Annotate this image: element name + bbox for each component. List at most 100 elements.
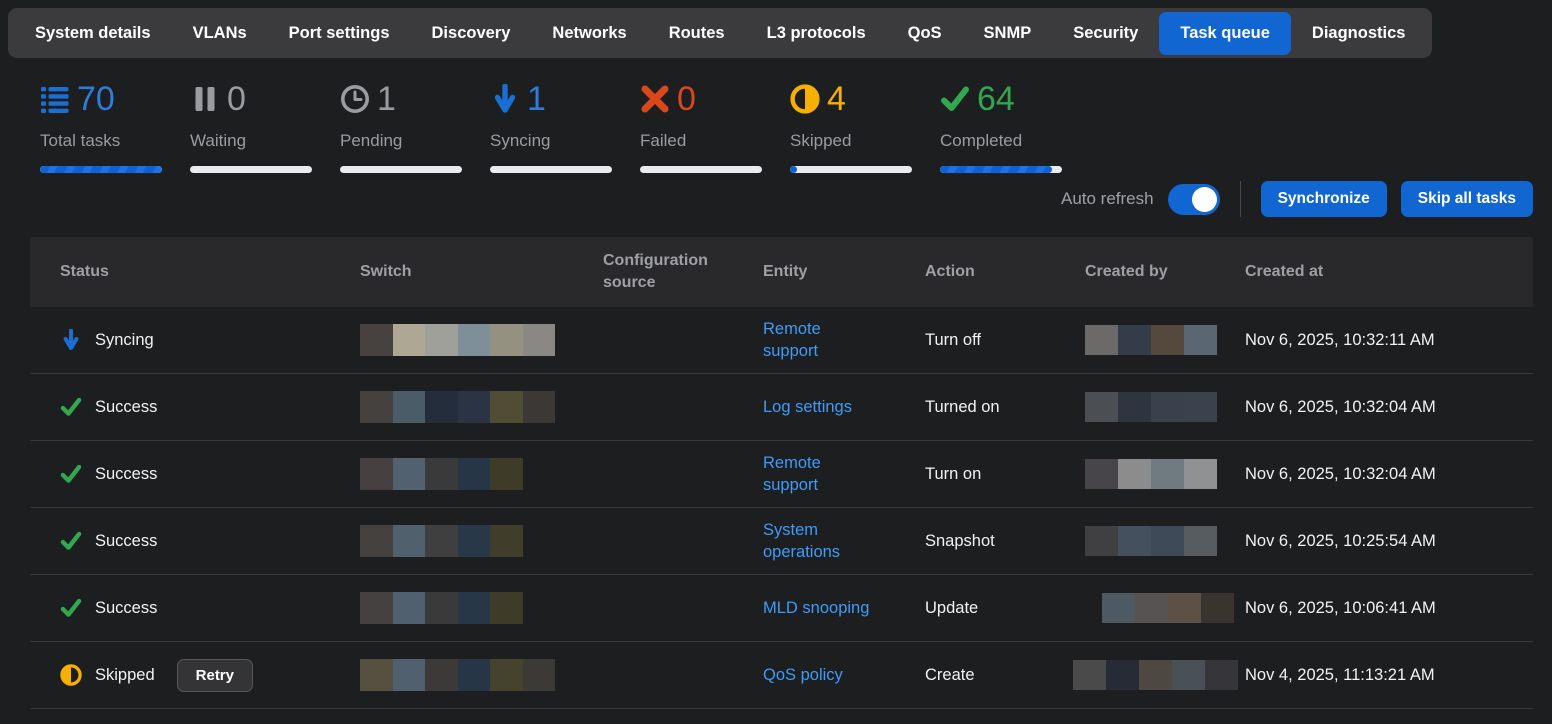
table-row: Syncing Remote support Turn off Nov 6, 2…	[30, 307, 1533, 374]
sync-arrow-icon	[60, 329, 82, 351]
stat-failed: 0 Failed	[640, 80, 790, 173]
table-row: Success System operations Snapshot Nov 6…	[30, 508, 1533, 575]
switch-redacted	[360, 458, 603, 490]
tab-l3-protocols[interactable]: L3 protocols	[746, 12, 887, 55]
auto-refresh-toggle[interactable]	[1168, 184, 1220, 215]
half-circle-icon	[60, 664, 82, 686]
entity-link[interactable]: Remote support	[763, 452, 855, 497]
switch-redacted	[360, 592, 603, 624]
switch-redacted	[360, 324, 603, 356]
stat-progress-bar	[790, 166, 912, 173]
tab-system-details[interactable]: System details	[14, 12, 172, 55]
entity-link[interactable]: Remote support	[763, 318, 855, 363]
stat-skipped: 4 Skipped	[790, 80, 940, 173]
column-header-configuration-source: Configuration source	[603, 250, 763, 293]
tab-task-queue[interactable]: Task queue	[1159, 12, 1291, 55]
created-by-redacted	[1085, 526, 1245, 556]
created-at-value: Nov 6, 2025, 10:32:04 AM	[1245, 396, 1533, 418]
stat-value: 1	[377, 82, 396, 116]
tab-security[interactable]: Security	[1052, 12, 1159, 55]
task-stats: 70 Total tasks 0 Waiting 1 Pen	[0, 58, 1552, 173]
column-header-status: Status	[30, 261, 360, 283]
table-row: Skipped Retry QoS policy Create Nov 4, 2…	[30, 642, 1533, 709]
check-icon	[60, 463, 82, 485]
table-row: Success Remote support Turn on Nov 6, 20…	[30, 441, 1533, 508]
created-at-value: Nov 6, 2025, 10:32:04 AM	[1245, 463, 1533, 485]
action-value: Turned on	[925, 396, 1085, 418]
tab-diagnostics[interactable]: Diagnostics	[1291, 12, 1427, 55]
stat-label: Failed	[640, 131, 790, 151]
switch-redacted	[360, 525, 603, 557]
switch-redacted	[360, 391, 603, 423]
list-icon	[40, 84, 70, 114]
stat-value: 64	[977, 82, 1015, 116]
tab-qos[interactable]: QoS	[887, 12, 963, 55]
stat-progress-bar	[190, 166, 312, 173]
created-at-value: Nov 6, 2025, 10:06:41 AM	[1245, 597, 1533, 619]
stat-value: 0	[677, 82, 696, 116]
action-value: Turn on	[925, 463, 1085, 485]
action-value: Turn off	[925, 329, 1085, 351]
created-at-value: Nov 6, 2025, 10:32:11 AM	[1245, 329, 1533, 351]
check-icon	[60, 530, 82, 552]
entity-link[interactable]: Log settings	[763, 396, 852, 418]
entity-link[interactable]: System operations	[763, 519, 863, 564]
stat-progress-bar	[640, 166, 762, 173]
status-label: Success	[95, 530, 157, 552]
stat-progress-bar	[490, 166, 612, 173]
created-by-redacted	[1085, 459, 1245, 489]
clock-icon	[340, 84, 370, 114]
stat-value: 0	[227, 82, 246, 116]
status-label: Skipped	[95, 664, 155, 686]
stat-label: Skipped	[790, 131, 940, 151]
status-label: Success	[95, 463, 157, 485]
stat-label: Syncing	[490, 131, 640, 151]
switch-redacted	[360, 659, 603, 691]
stat-label: Total tasks	[40, 131, 190, 151]
synchronize-button[interactable]: Synchronize	[1261, 181, 1387, 217]
stat-waiting: 0 Waiting	[190, 80, 340, 173]
column-header-created-at: Created at	[1245, 261, 1533, 283]
arrow-down-icon	[490, 84, 520, 114]
x-icon	[640, 84, 670, 114]
table-header-row: Status Switch Configuration source Entit…	[30, 237, 1533, 307]
check-icon	[60, 597, 82, 619]
stat-value: 70	[77, 82, 115, 116]
tab-routes[interactable]: Routes	[648, 12, 746, 55]
column-header-action: Action	[925, 261, 1085, 283]
stat-pending: 1 Pending	[340, 80, 490, 173]
entity-link[interactable]: MLD snooping	[763, 597, 869, 619]
column-header-created-by: Created by	[1085, 261, 1245, 283]
stat-label: Completed	[940, 131, 1090, 151]
column-header-switch: Switch	[360, 261, 603, 283]
created-at-value: Nov 6, 2025, 10:25:54 AM	[1245, 530, 1533, 552]
tab-vlans[interactable]: VLANs	[172, 12, 268, 55]
auto-refresh-label: Auto refresh	[1061, 189, 1154, 209]
pause-icon	[190, 84, 220, 114]
skip-all-tasks-button[interactable]: Skip all tasks	[1401, 181, 1533, 217]
tab-port-settings[interactable]: Port settings	[268, 12, 411, 55]
entity-link[interactable]: QoS policy	[763, 664, 843, 686]
action-value: Create	[925, 664, 1085, 686]
stat-label: Pending	[340, 131, 490, 151]
created-by-redacted	[1073, 660, 1245, 690]
created-by-redacted	[1102, 593, 1245, 623]
retry-button[interactable]: Retry	[177, 659, 253, 692]
tab-snmp[interactable]: SNMP	[963, 12, 1053, 55]
table-controls: Auto refresh Synchronize Skip all tasks	[0, 179, 1552, 219]
stat-progress-bar	[940, 166, 1062, 173]
status-label: Success	[95, 396, 157, 418]
vertical-divider	[1240, 181, 1241, 217]
stat-total-tasks: 70 Total tasks	[40, 80, 190, 173]
table-row: Success MLD snooping Update Nov 6, 2025,…	[30, 575, 1533, 642]
check-icon	[60, 396, 82, 418]
stat-syncing: 1 Syncing	[490, 80, 640, 173]
status-label: Success	[95, 597, 157, 619]
table-row: Success Log settings Turned on Nov 6, 20…	[30, 374, 1533, 441]
tab-networks[interactable]: Networks	[531, 12, 647, 55]
status-label: Syncing	[95, 329, 154, 351]
stat-progress-bar	[340, 166, 462, 173]
tab-discovery[interactable]: Discovery	[411, 12, 532, 55]
stat-label: Waiting	[190, 131, 340, 151]
task-table: Status Switch Configuration source Entit…	[30, 237, 1533, 709]
